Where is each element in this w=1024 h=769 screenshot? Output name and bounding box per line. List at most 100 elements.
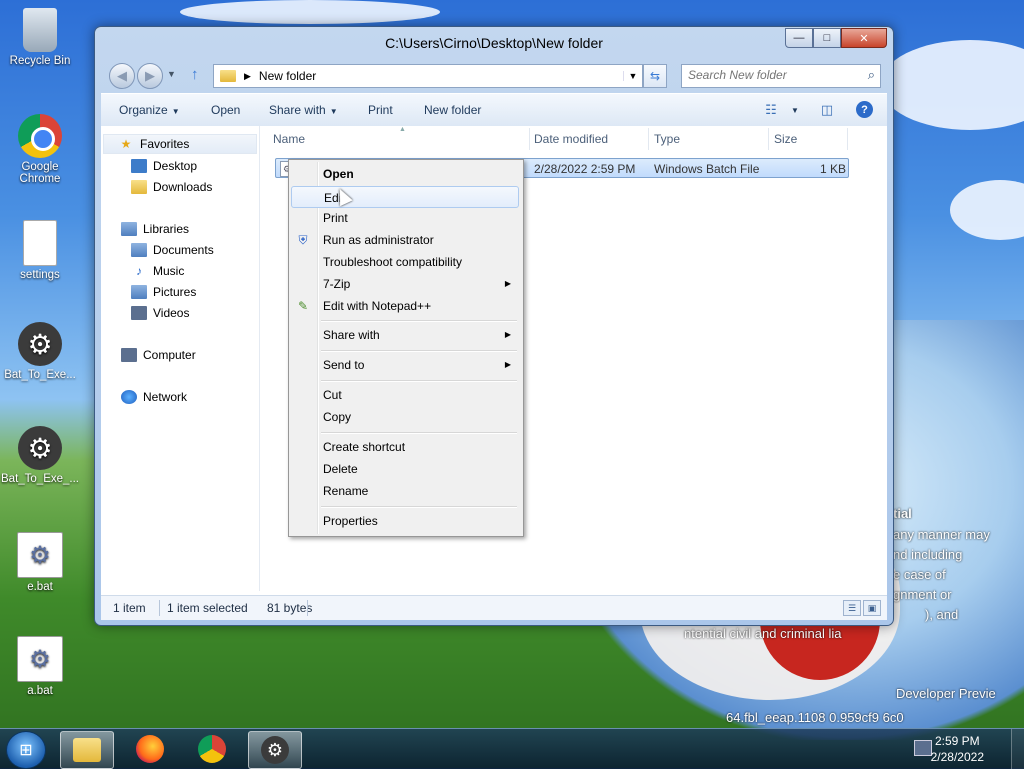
breadcrumb-arrow-icon[interactable]: ▶ (244, 71, 251, 82)
column-header-type[interactable]: Type (654, 132, 680, 146)
menu-item-label: Create shortcut (323, 440, 406, 454)
menu-item-print[interactable]: Print (291, 207, 519, 229)
share-with-button[interactable]: Share with ▼ (269, 103, 338, 117)
menu-item-label: Share with (323, 328, 380, 342)
up-arrow-icon[interactable]: ↑ (191, 66, 199, 83)
close-button[interactable]: ✕ (841, 28, 887, 48)
new-folder-button[interactable]: New folder (424, 103, 481, 117)
column-header-name[interactable]: Name (273, 132, 305, 146)
status-bar: 1 item 1 item selected 81 bytes ☰ ▣ (101, 595, 887, 620)
sidebar-item-music[interactable]: ♪ Music (131, 264, 184, 278)
taskbar-bat-to-exe[interactable]: ⚙ (248, 731, 302, 769)
menu-item-send-to[interactable]: Send to ▶ (291, 354, 519, 376)
menu-item-edit[interactable]: Edit (291, 186, 519, 208)
view-options-icon[interactable]: ☷ (761, 101, 781, 119)
address-bar[interactable]: ▶ New folder ▼ (213, 64, 643, 88)
clock[interactable]: 2:59 PM 2/28/2022 (931, 733, 984, 765)
menu-item-share-with[interactable]: Share with ▶ (291, 324, 519, 346)
details-view-icon[interactable]: ☰ (843, 600, 861, 616)
sidebar-item-pictures[interactable]: Pictures (131, 285, 196, 299)
column-divider[interactable] (529, 128, 530, 150)
forward-button[interactable]: ▶ (137, 63, 163, 89)
preview-pane-icon[interactable]: ◫ (817, 101, 837, 119)
menu-item-cut[interactable]: Cut (291, 384, 519, 406)
view-dropdown-icon[interactable]: ▼ (785, 101, 805, 119)
menu-item-run-as-administrator[interactable]: ⛨ Run as administrator (291, 229, 519, 251)
desktop-icon-label: e.bat (27, 581, 53, 593)
status-selection-size: 81 bytes (267, 601, 313, 615)
minimize-button[interactable]: — (785, 28, 813, 48)
help-icon[interactable]: ? (856, 101, 873, 118)
batch-file-icon: ⚙ (17, 636, 63, 682)
column-header-date-modified[interactable]: Date modified (534, 132, 608, 146)
start-button[interactable]: ⊞ (6, 731, 46, 769)
menu-item-edit-with-notepadpp[interactable]: ✎ Edit with Notepad++ (291, 295, 519, 317)
address-dropdown-icon[interactable]: ▼ (623, 71, 642, 81)
network-tray-icon[interactable] (914, 740, 932, 756)
taskbar-chrome[interactable] (186, 731, 238, 767)
gear-icon: ⚙ (18, 322, 62, 366)
desktop-icon-google-chrome[interactable]: Google Chrome (0, 114, 80, 185)
menu-item-open[interactable]: Open (291, 163, 519, 185)
cloud (950, 180, 1024, 240)
desktop-icon-bat-to-exe-1[interactable]: ⚙ Bat_To_Exe... (0, 322, 80, 381)
column-divider[interactable] (847, 128, 848, 150)
watermark-text: e case of (893, 567, 946, 582)
back-button[interactable]: ◀ (109, 63, 135, 89)
menu-item-7-zip[interactable]: 7-Zip ▶ (291, 273, 519, 295)
file-type: Windows Batch File (654, 162, 760, 176)
menu-item-troubleshoot-compatibility[interactable]: Troubleshoot compatibility (291, 251, 519, 273)
print-button[interactable]: Print (368, 103, 393, 117)
watermark-text: Developer Previe (896, 686, 996, 701)
search-box[interactable]: ⌕ (681, 64, 881, 88)
downloads-folder-icon (131, 180, 147, 194)
show-desktop-button[interactable] (1011, 729, 1024, 769)
notepadpp-icon: ✎ (297, 299, 309, 313)
sidebar-item-libraries[interactable]: Libraries (121, 222, 189, 236)
search-icon[interactable]: ⌕ (868, 67, 875, 83)
title-bar[interactable]: C:\Users\Cirno\Desktop\New folder — □ ✕ (95, 27, 893, 57)
menu-item-create-shortcut[interactable]: Create shortcut (291, 436, 519, 458)
sidebar-item-favorites[interactable]: ★ Favorites (103, 134, 257, 154)
desktop-icon-recycle-bin[interactable]: Recycle Bin (0, 8, 80, 67)
open-button[interactable]: Open (211, 103, 240, 117)
refresh-button[interactable]: ⇆ (643, 64, 667, 88)
column-header-size[interactable]: Size (774, 132, 797, 146)
sidebar-item-label: Network (143, 390, 188, 404)
sidebar-item-network[interactable]: Network (121, 390, 187, 404)
context-menu: Open Edit Print ⛨ Run as administrator T… (288, 159, 524, 537)
column-divider[interactable] (648, 128, 649, 150)
sidebar-item-documents[interactable]: Documents (131, 243, 214, 257)
menu-item-copy[interactable]: Copy (291, 406, 519, 428)
file-icon (23, 220, 57, 266)
desktop-icon-settings[interactable]: settings (0, 220, 80, 281)
column-divider[interactable] (768, 128, 769, 150)
videos-icon (131, 306, 147, 320)
menu-item-delete[interactable]: Delete (291, 458, 519, 480)
large-icons-view-icon[interactable]: ▣ (863, 600, 881, 616)
menu-item-rename[interactable]: Rename (291, 480, 519, 502)
menu-separator (321, 380, 517, 382)
taskbar-firefox[interactable] (124, 731, 176, 767)
menu-item-properties[interactable]: Properties (291, 510, 519, 532)
sidebar-item-computer[interactable]: Computer (121, 348, 196, 362)
recent-pages-dropdown[interactable]: ▼ (167, 69, 176, 79)
sidebar-item-downloads[interactable]: Downloads (131, 180, 212, 194)
cloud (880, 40, 1024, 130)
status-divider (307, 600, 308, 616)
desktop-icon-e-bat[interactable]: ⚙ e.bat (0, 532, 80, 593)
gear-icon: ⚙ (261, 736, 289, 764)
sidebar-item-label: Desktop (153, 159, 198, 173)
sidebar-item-desktop[interactable]: Desktop (131, 159, 197, 173)
maximize-button[interactable]: □ (813, 28, 841, 48)
desktop-icon-a-bat[interactable]: ⚙ a.bat (0, 636, 80, 697)
sidebar-item-label: Libraries (143, 222, 190, 236)
breadcrumb-current[interactable]: New folder (259, 69, 623, 83)
network-icon (121, 390, 137, 404)
taskbar-explorer[interactable] (60, 731, 114, 769)
sidebar-item-videos[interactable]: Videos (131, 306, 189, 320)
desktop-icon-bat-to-exe-2[interactable]: ⚙ Bat_To_Exe_... (0, 426, 80, 485)
taskbar: ⊞ ⚙ 2:59 PM 2/28/2022 (0, 728, 1024, 769)
search-input[interactable] (682, 65, 858, 85)
organize-button[interactable]: Organize ▼ (119, 103, 180, 117)
